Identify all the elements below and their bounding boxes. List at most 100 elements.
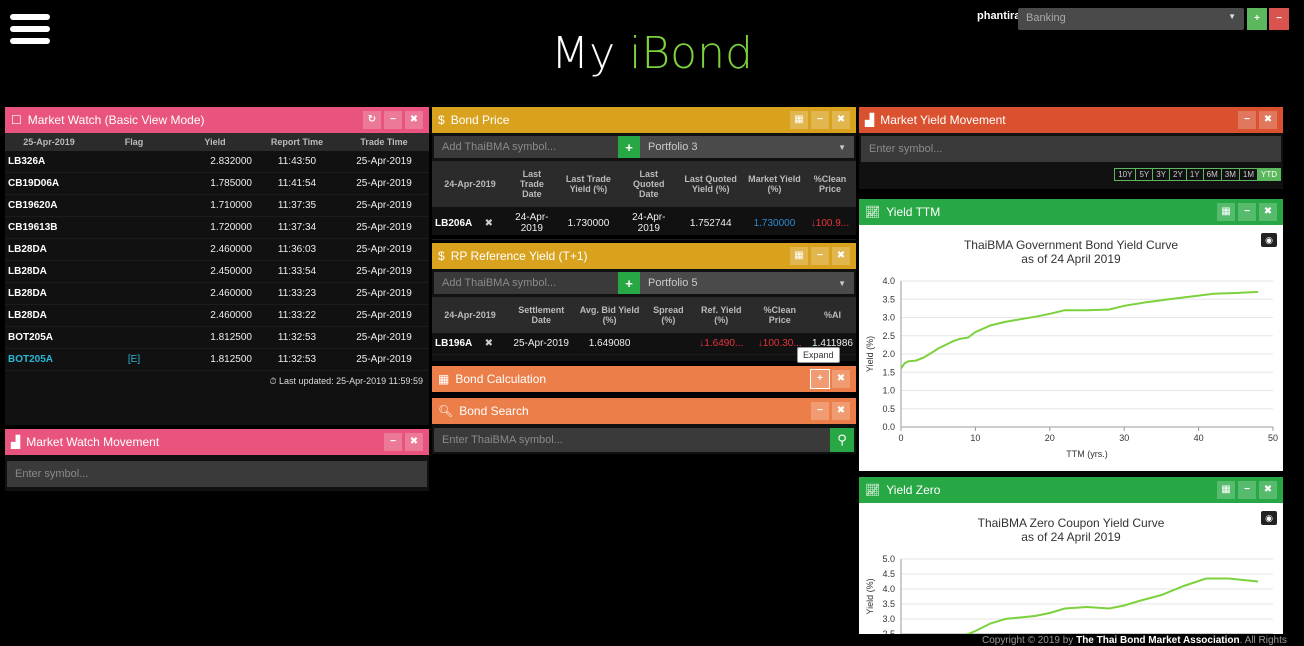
yield-curve-svg: ThaiBMA Government Bond Yield Curveas of… [865,238,1278,459]
search-button[interactable]: ⚲ [830,428,854,452]
report-time-cell: 11:33:23 [255,282,339,305]
bond-search-input[interactable]: Enter ThaiBMA symbol... [434,428,830,452]
yield-symbol-placeholder: Enter symbol... [869,143,943,155]
minimize-button[interactable]: − [1238,481,1256,499]
remove-icon[interactable]: ✖ [485,338,493,349]
table-row[interactable]: CB19613B 1.720000 11:37:34 25-Apr-2019 [5,216,429,239]
range-button[interactable]: 1M [1238,168,1258,181]
bond-search-placeholder: Enter ThaiBMA symbol... [442,434,563,446]
refresh-button[interactable]: ↻ [363,111,381,129]
report-time-cell: 11:43:50 [255,151,339,173]
y-tick-label: 5.0 [882,554,895,564]
caret-down-icon: ▼ [838,278,846,288]
column-header: 24-Apr-2019 [432,161,508,207]
close-button[interactable]: ✖ [1259,481,1277,499]
rp-symbol-input[interactable]: Add ThaiBMA symbol... [434,272,618,294]
portfolio-dropdown[interactable]: Portfolio 3 ▼ [640,136,854,158]
y-tick-label: 3.5 [882,294,895,304]
settlement-date: 25-Apr-2019 [508,333,575,355]
minimize-button[interactable]: − [811,111,829,129]
table-row[interactable]: LB28DA 2.460000 11:33:23 25-Apr-2019 [5,282,429,305]
range-button[interactable]: 6M [1202,168,1222,181]
yield-cell: 2.832000 [175,151,255,173]
close-button[interactable]: ✖ [405,433,423,451]
range-button[interactable]: 2Y [1169,168,1187,181]
minimize-button[interactable]: − [811,402,829,420]
table-row[interactable]: LB196A ✖ 25-Apr-2019 1.649080 ↓1.6490...… [432,333,856,355]
title-accent: iBond [629,28,753,79]
yield-ttm-header: 📈︎ Yield TTM ▦ − ✖ [859,199,1283,225]
x-tick-label: 50 [1268,433,1278,443]
range-button[interactable]: 3M [1220,168,1240,181]
minimize-button[interactable]: − [1238,111,1256,129]
symbol-cell: LB326A [5,151,93,173]
bond-symbol-input[interactable]: Add ThaiBMA symbol... [434,136,618,158]
range-button[interactable]: 1Y [1185,168,1204,181]
range-button[interactable]: YTD [1257,168,1281,181]
table-row[interactable]: CB19D06A 1.785000 11:41:54 25-Apr-2019 [5,172,429,195]
flag-cell [93,172,175,195]
close-button[interactable]: ✖ [1259,111,1277,129]
minimize-button[interactable]: − [811,247,829,265]
x-tick-label: 30 [1119,433,1129,443]
camera-icon[interactable]: ◉ [1261,511,1277,525]
close-button[interactable]: ✖ [405,111,423,129]
close-button[interactable]: ✖ [832,247,850,265]
close-button[interactable]: ✖ [1259,203,1277,221]
camera-icon[interactable]: ◉ [1261,233,1277,247]
table-row[interactable]: BOT205A 1.812500 11:32:53 25-Apr-2019 [5,326,429,349]
yield-cell: 1.720000 [175,216,255,239]
range-button[interactable]: 5Y [1135,168,1154,181]
add-portfolio-button[interactable]: + [1247,8,1267,30]
flag-cell [93,304,175,327]
expand-button[interactable]: + [810,369,830,389]
calendar-button[interactable]: ▦ [790,247,808,265]
symbol-cell: CB19620A [5,194,93,217]
table-row[interactable]: LB206A ✖ 24-Apr-2019 1.730000 24-Apr-201… [432,207,856,240]
calendar-button[interactable]: ▦ [1217,203,1235,221]
table-row[interactable]: CB19620A 1.710000 11:37:35 25-Apr-2019 [5,194,429,217]
flag-cell [93,282,175,305]
title-prefix: My [551,28,630,79]
report-time-cell: 11:33:22 [255,304,339,327]
range-button[interactable]: 3Y [1152,168,1171,181]
minimize-button[interactable]: − [384,111,402,129]
close-button[interactable]: ✖ [832,370,850,388]
yield-ttm-panel: 📈︎ Yield TTM ▦ − ✖ ThaiBMA Government Bo… [859,199,1283,471]
column-header: Flag [93,133,175,151]
bond-symbol-placeholder: Add ThaiBMA symbol... [442,141,557,153]
table-row[interactable]: BOT205A [E] 1.812500 11:32:53 25-Apr-2019 [5,348,429,371]
calendar-button[interactable]: ▦ [790,111,808,129]
add-symbol-button[interactable]: + [618,136,640,158]
yield-symbol-input[interactable]: Enter symbol... [861,136,1281,162]
close-button[interactable]: ✖ [832,111,850,129]
caret-down-icon: ▼ [1228,12,1236,21]
portfolio-select-value: Banking [1026,12,1066,24]
remove-icon[interactable]: ✖ [485,218,493,229]
minimize-button[interactable]: − [384,433,402,451]
rp-reference-header: $ RP Reference Yield (T+1) ▦ − ✖ [432,243,856,269]
column-header: Report Time [255,133,339,151]
table-row[interactable]: LB326A 2.832000 11:43:50 25-Apr-2019 [5,151,429,173]
close-button[interactable]: ✖ [832,402,850,420]
table-row[interactable]: LB28DA 2.460000 11:36:03 25-Apr-2019 [5,238,429,261]
table-row[interactable]: LB28DA 2.450000 11:33:54 25-Apr-2019 [5,260,429,283]
add-symbol-button[interactable]: + [618,272,640,294]
series-line [901,290,1259,370]
y-tick-label: 2.0 [882,349,895,359]
calendar-button[interactable]: ▦ [1217,481,1235,499]
yield-cell: 1.812500 [175,348,255,371]
y-tick-label: 0.0 [882,422,895,432]
symbol-input[interactable]: Enter symbol... [7,461,427,487]
copyright-org[interactable]: The Thai Bond Market Association [1076,635,1240,646]
minimize-button[interactable]: − [1238,203,1256,221]
remove-portfolio-button[interactable]: − [1269,8,1289,30]
table-row[interactable]: LB28DA 2.460000 11:33:22 25-Apr-2019 [5,304,429,327]
line-chart-icon: 📈︎ [865,205,881,219]
spread [644,333,693,355]
portfolio-dropdown[interactable]: Portfolio 5 ▼ [640,272,854,294]
x-tick-label: 0 [898,433,903,443]
range-button[interactable]: 10Y [1114,168,1137,181]
yield-ttm-chart: ThaiBMA Government Bond Yield Curve as of… [859,225,1283,471]
portfolio-select[interactable]: Banking ▼ [1018,8,1244,30]
